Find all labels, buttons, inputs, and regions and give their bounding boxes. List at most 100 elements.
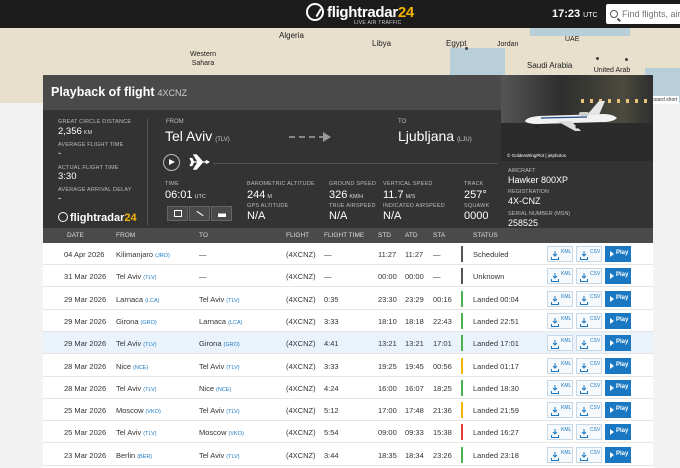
- kml-download-button[interactable]: KML: [547, 424, 573, 441]
- kml-download-button[interactable]: KML: [547, 312, 573, 329]
- search-box[interactable]: [606, 4, 680, 24]
- row-from[interactable]: Moscow (VKO): [116, 406, 161, 415]
- row-atd: 00:00: [405, 272, 424, 282]
- kml-download-button[interactable]: KML: [547, 290, 573, 307]
- grid-view-button[interactable]: [167, 206, 188, 221]
- table-row[interactable]: 23 Mar 2026 Berlin (BER) Tel Aviv (TLV) (4XCN…: [43, 444, 653, 466]
- play-icon: [610, 407, 614, 414]
- download-icon: [551, 251, 559, 260]
- row-flight: (4XCNZ): [286, 339, 316, 349]
- row-from[interactable]: Tel Aviv (TLV): [116, 339, 157, 348]
- play-flight-button[interactable]: Play: [605, 290, 631, 307]
- row-to[interactable]: Tel Aviv (TLV): [199, 295, 240, 304]
- csv-download-button[interactable]: CSV: [576, 268, 602, 285]
- download-icon: [551, 407, 559, 417]
- row-to[interactable]: Tel Aviv (TLV): [199, 451, 240, 460]
- table-row[interactable]: 25 Mar 2026 Moscow (VKO) Tel Aviv (TLV) (4XCN…: [43, 399, 653, 422]
- csv-download-button[interactable]: CSV: [576, 246, 602, 262]
- kml-download-button[interactable]: KML: [547, 379, 573, 396]
- download-icon: [580, 429, 588, 439]
- aircraft-photo[interactable]: © GoldenWingPlot | jetphotos: [501, 75, 653, 161]
- utc-clock: 17:23 UTC: [552, 8, 598, 20]
- row-status: Landed 21:59: [473, 406, 519, 416]
- row-to[interactable]: Girona (GRO): [199, 339, 240, 348]
- origin-city: Tel Aviv (TLV): [165, 128, 230, 144]
- play-flight-button[interactable]: Play: [605, 312, 631, 329]
- row-status: Scheduled: [473, 250, 509, 259]
- row-from[interactable]: Nice (NCE): [116, 362, 148, 371]
- table-row[interactable]: 29 Mar 2026 Larnaca (LCA) Tel Aviv (TLV) (4XC…: [43, 288, 653, 310]
- chart-icon: [217, 210, 226, 217]
- play-flight-button[interactable]: Play: [605, 446, 631, 463]
- row-from[interactable]: Berlin (BER): [116, 451, 152, 460]
- row-to[interactable]: Moscow (VKO): [199, 428, 244, 437]
- csv-download-button[interactable]: CSV: [576, 335, 602, 352]
- play-flight-button[interactable]: Play: [605, 357, 631, 374]
- great-circle-distance: 2,356 KM: [58, 126, 93, 137]
- row-from[interactable]: Tel Aviv (TLV): [116, 384, 157, 393]
- row-atd: 17:48: [405, 406, 424, 416]
- route-view-button[interactable]: [189, 206, 210, 221]
- row-flight: (4XCNZ): [286, 406, 316, 416]
- csv-download-button[interactable]: CSV: [576, 357, 602, 374]
- row-from[interactable]: Tel Aviv (TLV): [116, 428, 157, 437]
- play-flight-button[interactable]: Play: [605, 424, 631, 441]
- table-row[interactable]: 29 Mar 2026 Girona (GRO) Larnaca (LCA) (4XCNZ…: [43, 310, 653, 332]
- row-sta: 15:38: [433, 428, 452, 438]
- row-std: 09:00: [378, 428, 397, 438]
- flightradar24-logo[interactable]: flightradar24 LIVE AIR TRAFFIC: [306, 3, 414, 26]
- play-flight-button[interactable]: Play: [605, 379, 631, 396]
- row-to[interactable]: —: [199, 250, 209, 259]
- row-atd: 18:34: [405, 450, 424, 460]
- kml-download-button[interactable]: KML: [547, 402, 573, 419]
- destination-city: Ljubljana (LJU): [398, 128, 472, 144]
- row-to[interactable]: —: [199, 272, 209, 281]
- play-flight-button[interactable]: Play: [605, 335, 631, 352]
- kml-download-button[interactable]: KML: [547, 246, 573, 262]
- row-flight-time: —: [324, 272, 332, 282]
- play-icon: [610, 340, 614, 347]
- table-row[interactable]: 28 Mar 2026 Nice (NCE) Tel Aviv (TLV) (4XCNZ)…: [43, 355, 653, 377]
- playback-timeline[interactable]: [213, 163, 498, 164]
- chart-view-button[interactable]: [211, 206, 232, 221]
- row-flight: (4XCNZ): [286, 294, 316, 304]
- csv-download-button[interactable]: CSV: [576, 402, 602, 419]
- row-flight-time: 4:24: [324, 383, 339, 393]
- row-to[interactable]: Nice (NCE): [199, 384, 231, 393]
- kml-download-button[interactable]: KML: [547, 357, 573, 374]
- table-row[interactable]: 04 Apr 2026 Kilimanjaro (JRO) — (4XCNZ) — 11:2…: [43, 243, 653, 265]
- play-flight-button[interactable]: Play: [605, 268, 631, 285]
- airplane-icon[interactable]: [189, 153, 211, 171]
- row-to[interactable]: Tel Aviv (TLV): [199, 406, 240, 415]
- row-to[interactable]: Larnaca (LCA): [199, 317, 242, 326]
- csv-download-button[interactable]: CSV: [576, 379, 602, 396]
- row-flight-time: 5:54: [324, 428, 339, 438]
- row-from[interactable]: Girona (GRO): [116, 317, 157, 326]
- aircraft-image: [525, 101, 617, 131]
- kml-download-button[interactable]: KML: [547, 446, 573, 463]
- row-from[interactable]: Tel Aviv (TLV): [116, 272, 157, 281]
- row-to[interactable]: Tel Aviv (TLV): [199, 362, 240, 371]
- table-row[interactable]: 29 Mar 2026 Tel Aviv (TLV) Girona (GRO) (4XCN…: [43, 332, 653, 355]
- play-flight-button[interactable]: Play: [605, 402, 631, 419]
- table-row[interactable]: 25 Mar 2026 Tel Aviv (TLV) Moscow (VKO) (4XCN…: [43, 421, 653, 444]
- search-input[interactable]: [622, 9, 680, 19]
- csv-download-button[interactable]: CSV: [576, 290, 602, 307]
- download-icon: [551, 295, 559, 305]
- kml-download-button[interactable]: KML: [547, 335, 573, 352]
- download-icon: [580, 407, 588, 417]
- row-flight-time: 3:33: [324, 316, 339, 326]
- csv-download-button[interactable]: CSV: [576, 424, 602, 441]
- kml-download-button[interactable]: KML: [547, 268, 573, 285]
- status-indicator: [461, 402, 463, 419]
- row-sta: 00:16: [433, 294, 452, 304]
- play-flight-button[interactable]: Play: [605, 246, 631, 262]
- row-from[interactable]: Larnaca (LCA): [116, 295, 159, 304]
- csv-download-button[interactable]: CSV: [576, 312, 602, 329]
- row-from[interactable]: Kilimanjaro (JRO): [116, 250, 170, 259]
- csv-download-button[interactable]: CSV: [576, 446, 602, 463]
- download-icon: [580, 251, 588, 260]
- table-row[interactable]: 28 Mar 2026 Tel Aviv (TLV) Nice (NCE) (4XCNZ)…: [43, 377, 653, 399]
- table-row[interactable]: 31 Mar 2026 Tel Aviv (TLV) — (4XCNZ) — 00:00 00…: [43, 265, 653, 288]
- playback-play-button[interactable]: [163, 154, 180, 171]
